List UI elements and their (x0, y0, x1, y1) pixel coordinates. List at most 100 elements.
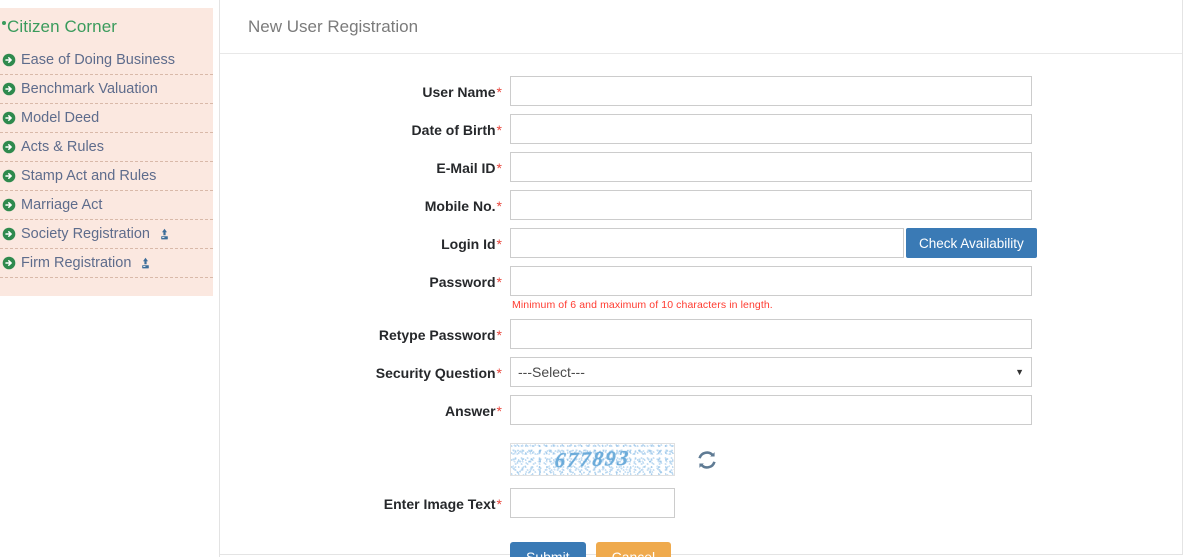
sidebar-item-society-registration[interactable]: Society Registration (0, 220, 213, 249)
sidebar-item-label: Ease of Doing Business (21, 52, 175, 68)
sidebar-item-marriage-act[interactable]: Marriage Act (0, 191, 213, 220)
action-buttons: Submit Cancel (510, 542, 1182, 557)
form-row-password: Password* Minimum of 6 and maximum of 10… (220, 266, 1182, 311)
retype-password-control (510, 319, 1182, 349)
circle-arrow-icon (2, 111, 16, 125)
registration-page: Citizen Corner Ease of Doing Business Be… (0, 0, 1183, 557)
refresh-captcha-button[interactable] (696, 449, 718, 471)
email-id-control (510, 152, 1182, 182)
circle-arrow-icon (2, 169, 16, 183)
label-text: Date of Birth (411, 122, 496, 138)
circle-arrow-icon (2, 198, 16, 212)
form-row-login-id: Login Id* Check Availability (220, 228, 1182, 258)
user-name-control (510, 76, 1182, 106)
login-id-group: Check Availability (510, 228, 1182, 258)
circle-arrow-icon (2, 53, 16, 67)
required-marker: * (496, 84, 502, 100)
circle-arrow-icon (2, 227, 16, 241)
login-id-input[interactable] (510, 228, 904, 258)
citizen-corner-title: Citizen Corner (7, 17, 118, 36)
answer-control (510, 395, 1182, 425)
bullet-icon (2, 21, 6, 25)
form-row-image-text: Enter Image Text* (220, 488, 1182, 518)
security-question-control: ---Select--- ▼ (510, 357, 1182, 387)
date-of-birth-label: Date of Birth* (220, 114, 510, 138)
password-input[interactable] (510, 266, 1032, 296)
sidebar-item-stamp-act-and-rules[interactable]: Stamp Act and Rules (0, 162, 213, 191)
email-id-label: E-Mail ID* (220, 152, 510, 176)
label-text: Mobile No. (424, 198, 496, 214)
password-hint: Minimum of 6 and maximum of 10 character… (512, 299, 773, 311)
login-id-control: Check Availability (510, 228, 1182, 258)
sidebar-item-benchmark-valuation[interactable]: Benchmark Valuation (0, 75, 213, 104)
label-text: Security Question (375, 365, 496, 381)
security-question-selected-value: ---Select--- (518, 364, 585, 380)
label-text: E-Mail ID (436, 160, 496, 176)
retype-password-label: Retype Password* (220, 319, 510, 343)
label-text: User Name (422, 84, 496, 100)
required-marker: * (496, 365, 502, 381)
label-text: Retype Password (378, 327, 496, 343)
label-text: Password (429, 274, 496, 290)
required-marker: * (496, 160, 502, 176)
citizen-corner-header: Citizen Corner (0, 8, 213, 46)
email-id-input[interactable] (510, 152, 1032, 182)
form-row-user-name: User Name* (220, 76, 1182, 106)
circle-arrow-icon (2, 256, 16, 270)
sidebar-item-model-deed[interactable]: Model Deed (0, 104, 213, 133)
upload-icon[interactable] (158, 228, 171, 241)
form-row-answer: Answer* (220, 395, 1182, 425)
password-label: Password* (220, 266, 510, 290)
required-marker: * (496, 403, 502, 419)
date-of-birth-input[interactable] (510, 114, 1032, 144)
captcha-control: 677893 (510, 433, 1182, 480)
form-row-captcha-image: 677893 (220, 433, 1182, 480)
sidebar-item-label: Benchmark Valuation (21, 81, 158, 97)
answer-input[interactable] (510, 395, 1032, 425)
required-marker: * (496, 496, 502, 512)
upload-icon[interactable] (139, 257, 152, 270)
form-row-email-id: E-Mail ID* (220, 152, 1182, 182)
mobile-no-input[interactable] (510, 190, 1032, 220)
label-text: Enter Image Text (383, 496, 496, 512)
password-control: Minimum of 6 and maximum of 10 character… (510, 266, 1182, 311)
mobile-no-label: Mobile No.* (220, 190, 510, 214)
circle-arrow-icon (2, 140, 16, 154)
submit-button[interactable]: Submit (510, 542, 586, 557)
registration-form: User Name* Date of Birth* E-Mail ID* Mob… (220, 54, 1182, 557)
mobile-no-control (510, 190, 1182, 220)
sidebar-item-acts-and-rules[interactable]: Acts & Rules (0, 133, 213, 162)
sidebar-item-label: Firm Registration (21, 255, 132, 271)
sidebar-item-label: Stamp Act and Rules (21, 168, 157, 184)
sidebar-item-label: Society Registration (21, 226, 150, 242)
security-question-label: Security Question* (220, 357, 510, 381)
captcha-image-spacer (220, 433, 510, 441)
circle-arrow-icon (2, 82, 16, 96)
page-title: New User Registration (248, 17, 419, 36)
retype-password-input[interactable] (510, 319, 1032, 349)
required-marker: * (496, 122, 502, 138)
image-text-label: Enter Image Text* (220, 488, 510, 512)
login-id-label: Login Id* (220, 228, 510, 252)
image-text-input[interactable] (510, 488, 675, 518)
actions-spacer (220, 526, 510, 534)
sidebar-item-ease-of-doing-business[interactable]: Ease of Doing Business (0, 46, 213, 75)
cancel-button[interactable]: Cancel (595, 542, 672, 557)
form-row-security-question: Security Question* ---Select--- ▼ (220, 357, 1182, 387)
sidebar-item-label: Model Deed (21, 110, 100, 126)
image-text-control (510, 488, 1182, 518)
page-header: New User Registration (220, 0, 1182, 54)
check-availability-button[interactable]: Check Availability (906, 228, 1037, 258)
form-row-retype-password: Retype Password* (220, 319, 1182, 349)
user-name-input[interactable] (510, 76, 1032, 106)
security-question-select[interactable]: ---Select--- ▼ (510, 357, 1032, 387)
required-marker: * (496, 327, 502, 343)
chevron-down-icon: ▼ (1015, 367, 1024, 377)
date-of-birth-control (510, 114, 1182, 144)
captcha-row: 677893 (510, 443, 1182, 476)
sidebar-item-label: Marriage Act (21, 197, 103, 213)
captcha-text: 677893 (553, 445, 632, 473)
actions-control: Submit Cancel (510, 526, 1182, 557)
citizen-corner-panel: Citizen Corner Ease of Doing Business Be… (0, 8, 213, 296)
sidebar-item-firm-registration[interactable]: Firm Registration (0, 249, 213, 278)
